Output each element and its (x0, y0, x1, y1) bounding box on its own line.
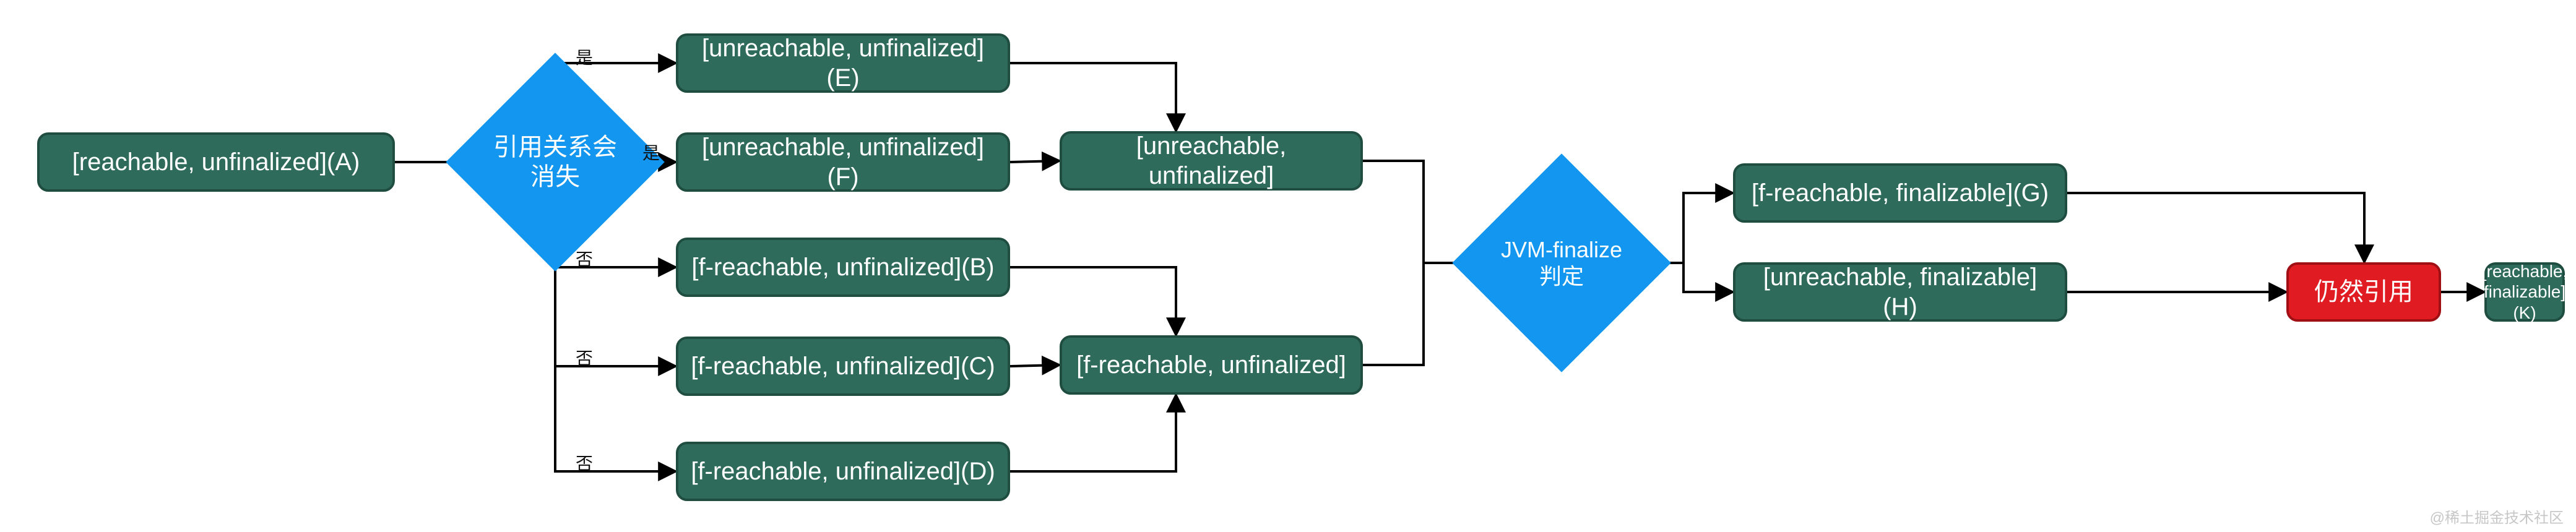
node-m2-freachable: [f-reachable, unfinalized] (1060, 335, 1363, 395)
node-g-label: [f-reachable, finalizable](G) (1752, 178, 2049, 208)
node-c: [f-reachable, unfinalized](C) (676, 337, 1010, 396)
decision-ref-lost: 引用关系会消失 (478, 85, 633, 239)
decision-ref-lost-label: 引用关系会消失 (487, 132, 623, 192)
node-f-label: [unreachable, unfinalized](F) (691, 132, 995, 192)
node-b: [f-reachable, unfinalized](B) (676, 238, 1010, 297)
node-m1-unreachable: [unreachable, unfinalized] (1060, 131, 1363, 191)
decision-jvm-finalize: JVM-finalize判定 (1484, 186, 1639, 340)
node-e-label: [unreachable, unfinalized](E) (691, 33, 995, 93)
decision-jvm-finalize-label: JVM-finalize判定 (1493, 236, 1630, 290)
node-d-label: [f-reachable, unfinalized](D) (691, 457, 995, 486)
node-k: [reachable, finalizable](K) (2484, 262, 2565, 322)
node-a-label: [reachable, unfinalized](A) (72, 147, 360, 177)
watermark: @稀土掘金技术社区 (2430, 505, 2564, 527)
node-a: [reachable, unfinalized](A) (37, 132, 395, 192)
edge-label-no-2: 否 (576, 345, 593, 370)
node-d: [f-reachable, unfinalized](D) (676, 442, 1010, 501)
flowchart-edges (0, 0, 2576, 532)
node-h-label: [unreachable, finalizable](H) (1748, 262, 2052, 322)
node-h: [unreachable, finalizable](H) (1733, 262, 2067, 322)
node-k-label: [reachable, finalizable](K) (2482, 261, 2568, 324)
edge-label-yes-1: 是 (576, 45, 593, 69)
node-c-label: [f-reachable, unfinalized](C) (691, 351, 995, 381)
node-m1-label: [unreachable, unfinalized] (1074, 131, 1348, 191)
node-still-ref-label: 仍然引用 (2314, 277, 2413, 307)
node-b-label: [f-reachable, unfinalized](B) (691, 252, 994, 282)
node-f: [unreachable, unfinalized](F) (676, 132, 1010, 192)
node-e: [unreachable, unfinalized](E) (676, 33, 1010, 93)
node-g: [f-reachable, finalizable](G) (1733, 163, 2067, 223)
node-m2-label: [f-reachable, unfinalized] (1076, 350, 1346, 380)
edge-label-no-1: 否 (576, 246, 593, 271)
edge-label-yes-2: 是 (642, 140, 660, 165)
node-still-ref: 仍然引用 (2286, 262, 2441, 322)
edge-label-no-3: 否 (576, 450, 593, 475)
